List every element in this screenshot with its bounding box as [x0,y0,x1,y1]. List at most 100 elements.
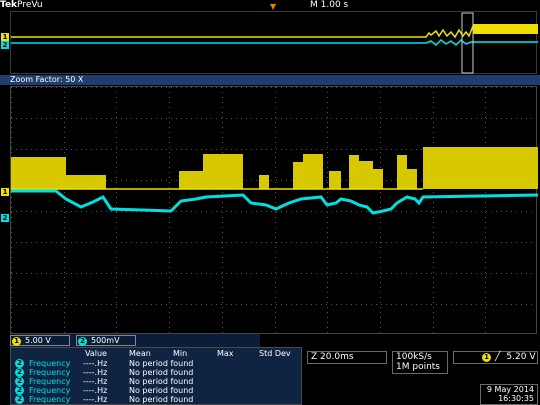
grid-dot [216,242,217,243]
measurement-row[interactable]: 2 Frequency ----.Hz No period found [11,395,301,404]
grid-dot [327,167,328,168]
grid-dot [361,211,362,212]
grid-dot [126,118,127,119]
measurements-panel[interactable]: Value Mean Min Max Std Dev 2 Frequency ---… [10,347,302,405]
grid-dot [291,273,292,274]
grid-dot [246,180,247,181]
grid-dot [221,149,222,150]
grid-dot [76,304,77,305]
grid-dot [327,137,328,138]
grid-dot [222,267,223,268]
grid-dot [196,149,197,150]
grid-dot [169,202,170,203]
grid-dot [521,242,522,243]
grid-dot [41,273,42,274]
grid-dot [31,87,32,88]
measurement-row[interactable]: 2 Frequency ----.Hz No period found [11,359,301,368]
grid-dot [51,118,52,119]
grid-dot [181,304,182,305]
grid-dot [186,87,187,88]
grid-dot [221,87,222,88]
grid-dot [276,273,277,274]
grid-dot [156,180,157,181]
grid-dot [11,117,12,118]
measurement-status: No period found [129,395,194,404]
grid-dot [222,247,223,248]
grid-dot [64,277,65,278]
measurement-row[interactable]: 2 Frequency ----.Hz No period found [11,377,301,386]
grid-dot [306,118,307,119]
grid-dot [116,277,117,278]
grid-dot [222,122,223,123]
grid-dot [21,118,22,119]
grid-dot [11,212,12,213]
grid-dot [306,242,307,243]
grid-dot [301,273,302,274]
grid-dot [461,118,462,119]
grid-dot [126,87,127,88]
measurement-row[interactable]: 2 Frequency ----.Hz No period found [11,368,301,377]
grid-dot [116,142,117,143]
grid-dot [21,304,22,305]
grid-dot [286,273,287,274]
grid-dot [11,262,12,263]
grid-dot [106,211,107,212]
grid-dot [433,297,434,298]
grid-dot [222,222,223,223]
ch1-level-marker[interactable]: 1 [1,188,9,196]
grid-dot [326,211,327,212]
measurement-name: Frequency [29,386,71,395]
zoom-waveform-display[interactable] [10,86,539,336]
grid-dot [296,304,297,305]
grid-dot [431,273,432,274]
grid-dot [222,192,223,193]
grid-dot [236,118,237,119]
timebase-readout[interactable]: M 1.00 s [310,0,348,11]
acquisition-box[interactable]: 100kS/s 1M points [392,351,448,374]
grid-dot [406,242,407,243]
grid-dot [201,118,202,119]
grid-dot [11,327,12,328]
grid-dot [11,317,12,318]
measurement-channel-badge: 2 [15,386,24,395]
grid-dot [221,273,222,274]
grid-dot [46,87,47,88]
grid-dot [64,322,65,323]
overview-display[interactable] [10,11,538,74]
grid-dot [11,118,12,119]
grid-dot [471,273,472,274]
ch2-level-marker[interactable]: 2 [1,214,9,222]
grid-dot [327,257,328,258]
grid-dot [11,132,12,133]
grid-dot [380,217,381,218]
grid-dot [161,242,162,243]
measurement-status: No period found [129,377,194,386]
grid-dot [516,304,517,305]
grid-dot [411,87,412,88]
grid-dot [327,147,328,148]
grid-dot [446,242,447,243]
grid-dot [316,273,317,274]
grid-dot [261,211,262,212]
grid-dot [196,273,197,274]
grid-dot [266,87,267,88]
grid-dot [416,304,417,305]
ch1-scale-box[interactable]: 1 5.00 V [10,335,70,346]
grid-dot [386,273,387,274]
grid-dot [275,217,276,218]
trigger-box[interactable]: 1 ╱ 5.20 V [453,351,538,364]
grid-dot [416,149,417,150]
grid-dot [286,242,287,243]
ch2-scale-box[interactable]: 2 500mV [76,335,136,346]
grid-dot [131,273,132,274]
grid-dot [11,237,12,238]
grid-dot [327,182,328,183]
grid-dot [421,211,422,212]
grid-dot [64,222,65,223]
grid-dot [426,242,427,243]
grid-dot [380,202,381,203]
grid-dot [222,232,223,233]
measurement-row[interactable]: 2 Frequency ----.Hz No period found [11,386,301,395]
grid-dot [486,273,487,274]
zoom-position-box[interactable]: Z 20.0ms [307,351,387,364]
